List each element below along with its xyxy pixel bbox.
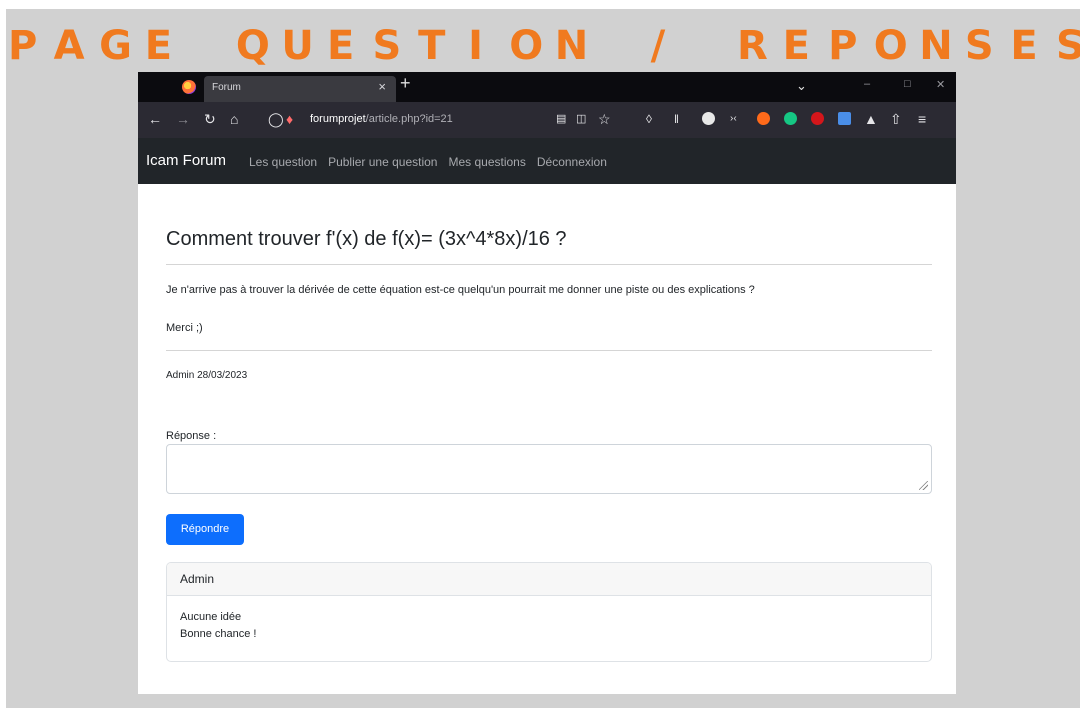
- url-host: forumprojet: [310, 113, 366, 125]
- maximize-icon[interactable]: □: [904, 78, 911, 90]
- banner-letter: O: [509, 23, 544, 69]
- question-thanks: Merci ;): [166, 322, 203, 334]
- banner-letter: P: [8, 23, 38, 69]
- banner-letter: O: [873, 23, 908, 69]
- new-tab-icon[interactable]: +: [400, 73, 411, 94]
- reply-label: Réponse :: [166, 430, 217, 442]
- banner-letter: S: [1055, 23, 1080, 69]
- banner-letter: R: [737, 23, 768, 69]
- bookmark-star-icon[interactable]: ☆: [598, 111, 611, 127]
- ublock-icon[interactable]: [811, 112, 824, 125]
- banner-letter: S: [372, 23, 402, 69]
- tracking-shield-icon[interactable]: ◯: [268, 111, 284, 127]
- firefox-logo-icon: [182, 80, 196, 94]
- hamburger-menu-icon[interactable]: ≡: [918, 111, 926, 127]
- profile-icon[interactable]: ▲: [864, 111, 878, 127]
- navbar-links: Les question Publier une question Mes qu…: [249, 155, 607, 169]
- title-divider: [166, 264, 932, 265]
- banner-letter: A: [53, 23, 85, 69]
- back-arrow-icon[interactable]: ←: [148, 111, 162, 127]
- reader-view-icon[interactable]: ▤: [556, 111, 566, 127]
- question-title: Comment trouver f'(x) de f(x)= (3x^4*8x)…: [166, 228, 567, 250]
- banner-letter: /: [650, 23, 666, 69]
- browser-toolbar: ← → ↻ ⌂ ◯ ♦ forumprojet/article.php?id=2…: [138, 102, 956, 138]
- tab-strip: Forum × + ⌄ – □ ✕: [138, 72, 956, 102]
- reload-icon[interactable]: ↻: [204, 111, 216, 127]
- question-author-date: Admin 28/03/2023: [166, 370, 248, 381]
- banner-letter: E: [144, 23, 173, 69]
- banner-letter: U: [281, 23, 314, 69]
- library-icon[interactable]: ‖: [674, 111, 679, 127]
- resize-grip-icon[interactable]: [919, 481, 928, 490]
- page-banner: P A G E Q U E S T I O N / R E P O N S E …: [8, 23, 1080, 69]
- browser-tab-forum[interactable]: Forum ×: [182, 76, 396, 102]
- tab-list-chevron-icon[interactable]: ⌄: [796, 78, 807, 94]
- question-body: Je n'arrive pas à trouver la dérivée de …: [166, 284, 755, 296]
- url-bar[interactable]: ◯ ♦ forumprojet/article.php?id=21 ▤ ◫ ☆: [268, 107, 618, 133]
- banner-letter: I: [468, 23, 484, 69]
- banner-letter: G: [99, 23, 132, 69]
- url-text[interactable]: forumprojet/article.php?id=21: [310, 113, 453, 125]
- answer-line: Aucune idée: [180, 611, 242, 623]
- tab-title: Forum: [212, 82, 241, 93]
- pocket-icon[interactable]: ◊: [646, 111, 652, 127]
- home-icon[interactable]: ⌂: [230, 111, 238, 127]
- banner-letter: E: [782, 23, 810, 69]
- extension-a-icon[interactable]: [702, 112, 715, 125]
- translate-icon[interactable]: ◫: [576, 111, 586, 127]
- answer-body: Aucune idée Bonne chance !: [167, 596, 931, 643]
- banner-letter: Q: [235, 23, 270, 69]
- banner-letter: N: [554, 23, 589, 69]
- extension-orange-icon[interactable]: [757, 112, 770, 125]
- site-navbar: Icam Forum Les question Publier une ques…: [138, 138, 956, 184]
- extension-green-icon[interactable]: [784, 112, 797, 125]
- window-close-icon[interactable]: ✕: [936, 78, 945, 91]
- banner-letter: N: [919, 23, 953, 69]
- answer-author: Admin: [167, 563, 931, 596]
- nav-link-questions[interactable]: Les question: [249, 155, 317, 169]
- browser-screenshot: Forum × + ⌄ – □ ✕ ← → ↻ ⌂ ◯ ♦ forumproje…: [138, 72, 956, 694]
- nav-link-logout[interactable]: Déconnexion: [537, 155, 607, 169]
- banner-letter: E: [1010, 23, 1038, 69]
- answer-line: Bonne chance !: [180, 628, 257, 640]
- extension-arrows-icon[interactable]: ›‹: [730, 111, 737, 127]
- nav-link-my-questions[interactable]: Mes questions: [448, 155, 525, 169]
- navbar-brand[interactable]: Icam Forum: [146, 152, 226, 169]
- extension-blue-icon[interactable]: [838, 112, 851, 125]
- banner-letter: P: [828, 23, 858, 69]
- insecure-lock-icon[interactable]: ♦: [286, 111, 293, 127]
- minimize-icon[interactable]: –: [864, 78, 870, 90]
- banner-letter: S: [964, 23, 994, 69]
- forward-arrow-icon[interactable]: →: [176, 111, 190, 127]
- body-divider: [166, 350, 932, 351]
- share-icon[interactable]: ⇧: [890, 111, 902, 127]
- banner-letter: T: [418, 23, 446, 69]
- url-path: /article.php?id=21: [365, 113, 453, 125]
- banner-letter: E: [326, 23, 355, 69]
- reply-button[interactable]: Répondre: [166, 514, 244, 545]
- tab-close-icon[interactable]: ×: [378, 79, 386, 94]
- answer-card: Admin Aucune idée Bonne chance !: [166, 562, 932, 662]
- nav-link-publish[interactable]: Publier une question: [328, 155, 437, 169]
- reply-textarea[interactable]: [166, 444, 932, 494]
